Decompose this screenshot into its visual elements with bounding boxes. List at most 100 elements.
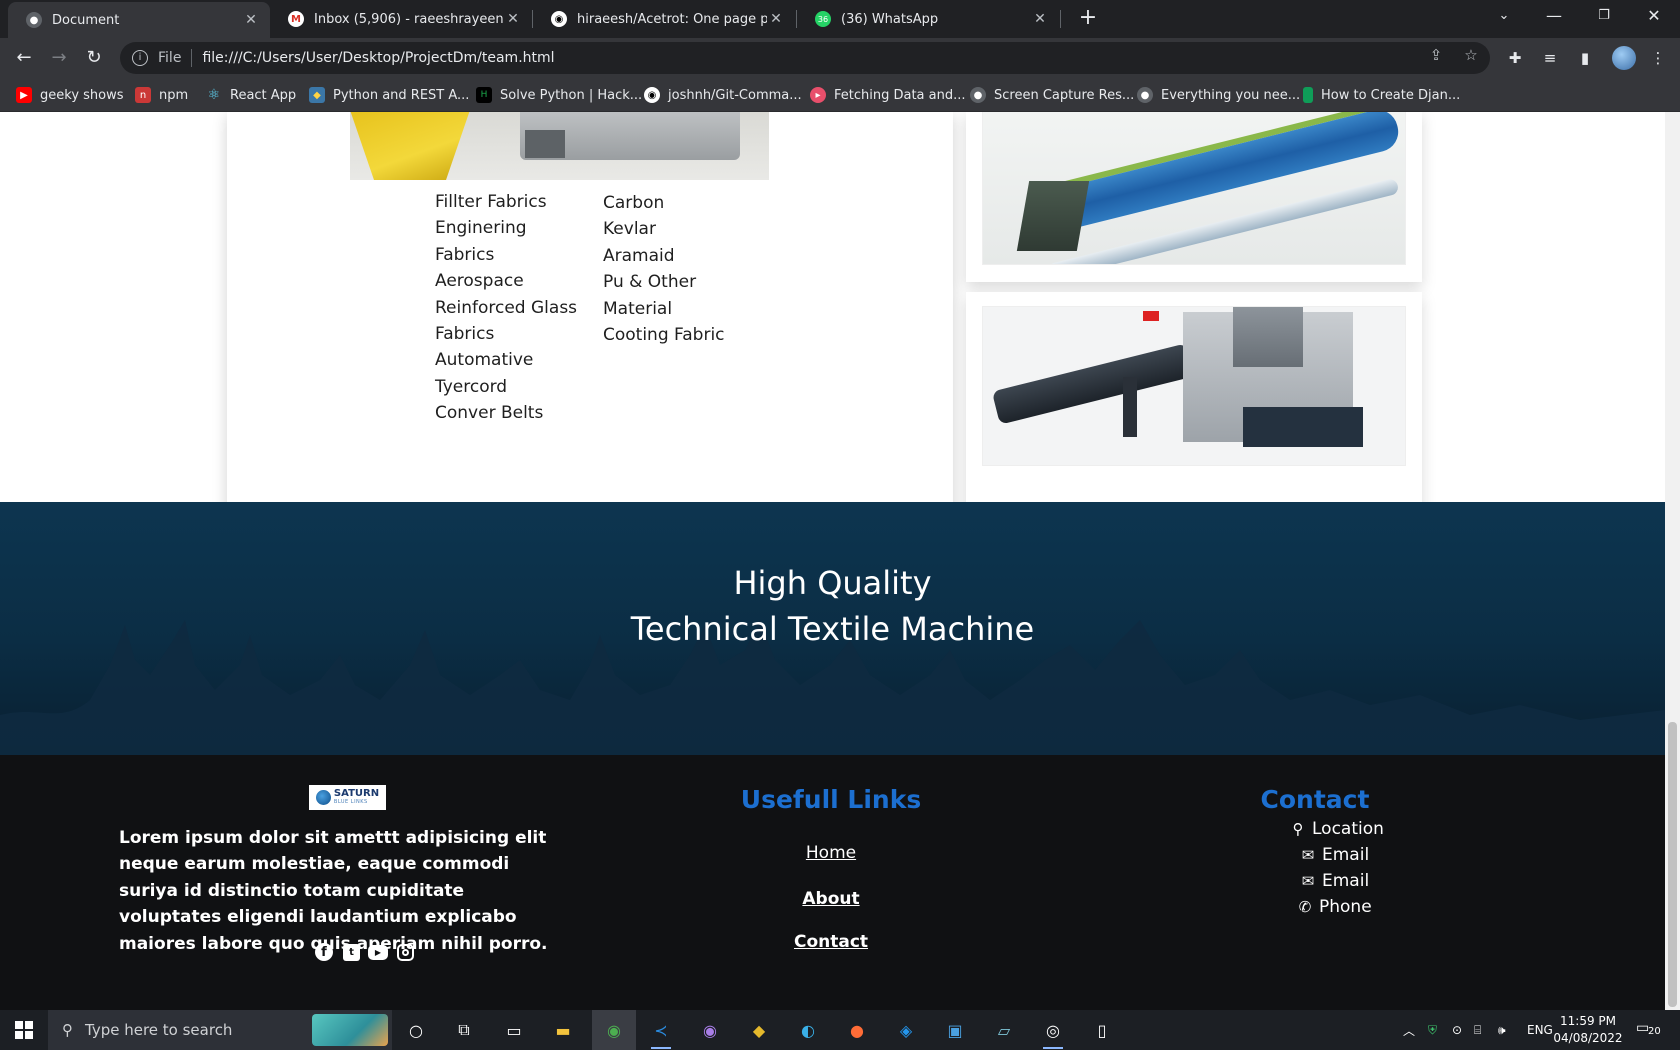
gmail-icon: M <box>288 11 304 27</box>
taskbar-search[interactable]: ⚲ Type here to search <box>48 1010 392 1050</box>
security-icon[interactable]: ⛨ <box>1428 1010 1437 1050</box>
profile-avatar[interactable] <box>1612 46 1636 70</box>
bookmark-item[interactable]: H Solve Python | Hack... <box>476 85 642 105</box>
taskbar-clock[interactable]: 11:59 PM 04/08/2022 <box>1553 1013 1623 1047</box>
minimize-button[interactable]: — <box>1530 0 1578 34</box>
tab-inbox[interactable]: M Inbox (5,906) - raeeshrayeen98@ ✕ <box>270 0 532 38</box>
camera-icon[interactable]: ⊙ <box>1452 1010 1462 1050</box>
github-desktop-icon[interactable]: ◉ <box>696 1016 724 1044</box>
postman-icon[interactable]: ● <box>843 1016 871 1044</box>
bookmark-item[interactable]: ▸ Fetching Data and... <box>810 85 966 105</box>
forward-button[interactable]: → <box>45 44 73 72</box>
notepad-icon[interactable]: ▯ <box>1088 1016 1116 1044</box>
scrollbar-thumb[interactable] <box>1668 722 1677 1007</box>
page-scrollbar[interactable] <box>1665 112 1680 1010</box>
share-icon[interactable]: ⇪ <box>1427 46 1445 64</box>
tab-whatsapp[interactable]: 36 (36) WhatsApp ✕ <box>797 0 1059 38</box>
menu-icon[interactable]: ⋮ <box>1648 48 1668 68</box>
tab-title: Document <box>52 12 120 28</box>
contact-location[interactable]: ⚲ Location <box>1290 819 1384 839</box>
back-button[interactable]: ← <box>10 44 38 72</box>
footer-link-home[interactable]: Home <box>731 843 931 863</box>
saturn-logo[interactable]: SATURN BLUE LINKS <box>309 785 386 810</box>
notification-center[interactable]: ▭ 20 <box>1636 1020 1666 1042</box>
list-item: Fillter Fabrics <box>435 192 547 212</box>
side-panel-icon[interactable]: ▮ <box>1575 48 1595 68</box>
edge-icon[interactable]: ◐ <box>794 1016 822 1044</box>
new-tab-button[interactable]: + <box>1075 6 1101 32</box>
page-viewport[interactable]: Fillter Fabrics Enginering Fabrics Aeros… <box>0 112 1665 1010</box>
search-highlight-image <box>312 1014 388 1046</box>
windows-start-icon[interactable] <box>15 1021 33 1039</box>
contact-email[interactable]: ✉ Email <box>1300 845 1369 865</box>
close-icon[interactable]: ✕ <box>1031 11 1049 27</box>
notes-icon[interactable]: ▱ <box>990 1016 1018 1044</box>
contact-email[interactable]: ✉ Email <box>1300 871 1369 891</box>
sourcetree-icon[interactable]: ◆ <box>745 1016 773 1044</box>
task-view-icon[interactable]: ⧉ <box>450 1016 478 1044</box>
volume-icon[interactable]: 🕪 <box>1498 1010 1506 1050</box>
address-url[interactable]: file:///C:/Users/User/Desktop/ProjectDm/… <box>202 50 554 66</box>
bookmark-item[interactable]: ◉ joshnh/Git-Comma... <box>644 85 802 105</box>
tab-document[interactable]: ● Document ✕ <box>8 2 270 38</box>
cortana-icon[interactable]: ○ <box>402 1016 430 1044</box>
terminal-icon[interactable]: ▭ <box>500 1016 528 1044</box>
close-icon[interactable]: ✕ <box>242 12 260 28</box>
bookmark-star-icon[interactable]: ☆ <box>1462 46 1480 64</box>
browser-toolbar: ← → ↻ i File file:///C:/Users/User/Deskt… <box>0 38 1680 78</box>
extensions-icon[interactable]: ✚ <box>1505 48 1525 68</box>
close-window-button[interactable]: ✕ <box>1630 0 1678 34</box>
photos-icon[interactable]: ▣ <box>941 1016 969 1044</box>
twitter-icon[interactable]: t <box>343 944 360 961</box>
clock-time: 11:59 PM <box>1560 1014 1616 1028</box>
vscode-icon[interactable]: ≺ <box>647 1016 675 1049</box>
tab-strip: ● Document ✕ M Inbox (5,906) - raeeshray… <box>0 0 1680 38</box>
bookmark-item[interactable]: How to Create Djan... <box>1303 85 1460 105</box>
bookmark-item[interactable]: n npm <box>135 85 188 105</box>
youtube-icon[interactable]: ▶ <box>368 945 388 960</box>
bookmark-item[interactable]: ⚛ React App <box>206 85 296 105</box>
banner-title-line1: High Quality <box>733 564 932 602</box>
footer-link-contact[interactable]: Contact <box>731 932 931 952</box>
address-bar[interactable]: i File file:///C:/Users/User/Desktop/Pro… <box>120 42 1490 74</box>
list-item: Cooting Fabric <box>603 325 725 346</box>
tab-github[interactable]: ◉ hiraeesh/Acetrot: One page proje ✕ <box>533 0 795 38</box>
list-item: Pu & Other <box>603 272 697 293</box>
facebook-icon[interactable]: f <box>315 943 333 961</box>
conveyor-machine-image <box>982 306 1406 466</box>
bookmarks-bar: ▶ geeky shows n npm ⚛ React App ◆ Python… <box>0 78 1680 112</box>
fabrics-list-1: Fillter Fabrics Enginering Fabrics Aeros… <box>435 189 577 427</box>
logo-text: SATURN BLUE LINKS <box>333 787 380 805</box>
contact-phone[interactable]: ✆ Phone <box>1297 897 1372 917</box>
reload-button[interactable]: ↻ <box>80 44 108 72</box>
bookmark-item[interactable]: ▶ geeky shows <box>16 85 124 105</box>
chrome-icon[interactable]: ◉ <box>592 1010 636 1050</box>
close-icon[interactable]: ✕ <box>504 11 522 27</box>
bookmark-item[interactable]: ● Screen Capture Res... <box>970 85 1134 105</box>
contact-label: Location <box>1312 819 1384 839</box>
windows-taskbar: ⚲ Type here to search ○ ⧉ ▭ ▬ ◉ ≺ ◉ ◆ ◐ … <box>0 1010 1680 1050</box>
bookmark-icon <box>1303 87 1313 103</box>
bookmark-item[interactable]: ● Everything you nee... <box>1137 85 1300 105</box>
media-queue-icon[interactable]: ≡ <box>1540 48 1560 68</box>
info-icon[interactable]: i <box>132 50 148 66</box>
bookmark-item[interactable]: ◆ Python and REST A... <box>309 85 469 105</box>
list-item: Aerospace <box>435 271 524 292</box>
python-icon: ◆ <box>309 87 325 103</box>
docker-icon[interactable]: ◈ <box>892 1016 920 1044</box>
tab-search-icon[interactable]: ⌄ <box>1480 0 1528 34</box>
instagram-icon[interactable] <box>397 944 414 961</box>
list-item: Material <box>603 298 673 319</box>
map-pin-icon: ⚲ <box>1292 820 1304 838</box>
list-item: Fabrics <box>435 324 495 345</box>
network-icon[interactable]: ⌸ <box>1474 1010 1481 1050</box>
restore-button[interactable]: ❐ <box>1580 0 1628 34</box>
search-icon: ⚲ <box>62 1021 73 1039</box>
bookmark-label: geeky shows <box>40 87 124 103</box>
file-explorer-icon[interactable]: ▬ <box>549 1016 577 1044</box>
language-indicator[interactable]: ENG <box>1527 1010 1553 1050</box>
footer-link-about[interactable]: About <box>731 889 931 909</box>
tray-chevron-icon[interactable]: ︿ <box>1403 1010 1415 1050</box>
close-icon[interactable]: ✕ <box>767 11 785 27</box>
obs-icon[interactable]: ◎ <box>1039 1016 1067 1049</box>
